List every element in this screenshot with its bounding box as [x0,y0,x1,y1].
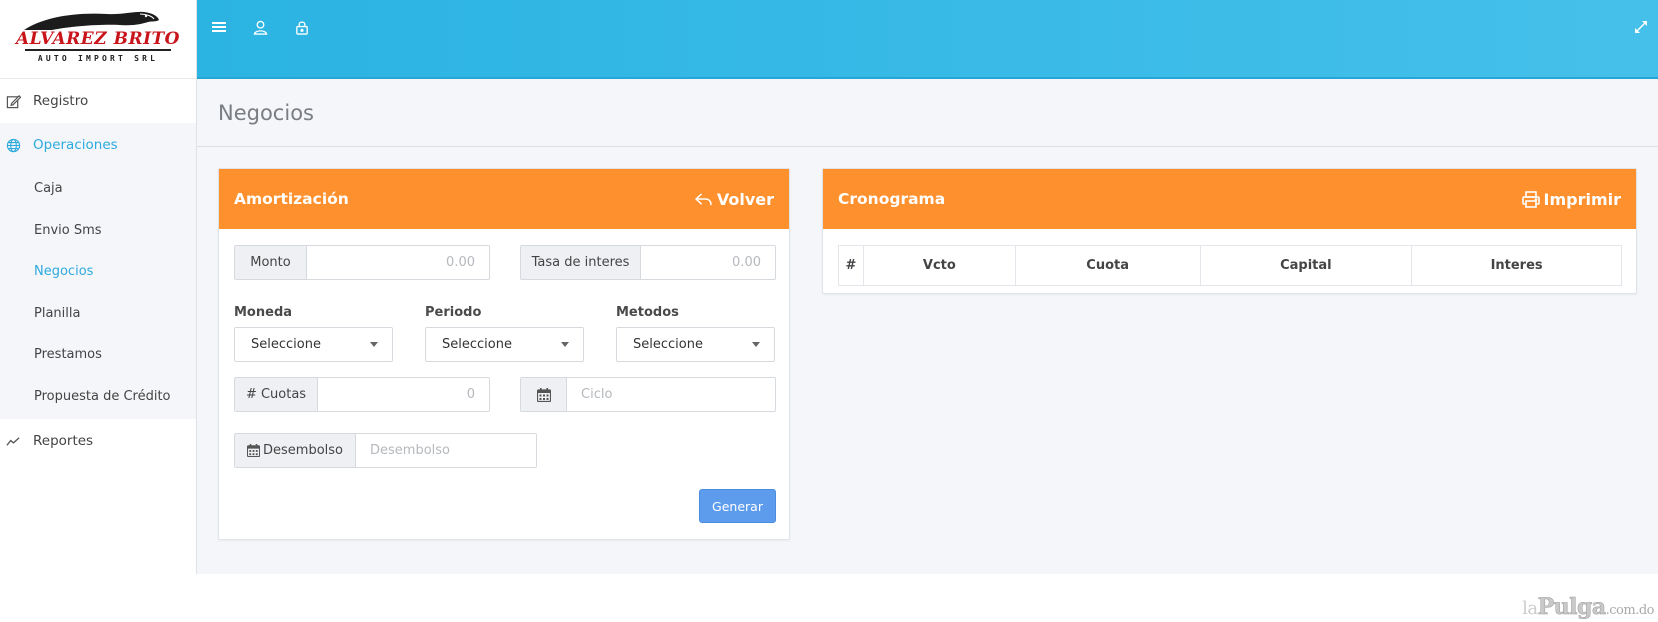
column-header-number[interactable]: # [838,245,864,286]
generar-button[interactable]: Generar [699,489,776,523]
caret-down-icon [370,342,378,347]
calendar-icon [247,444,260,457]
moneda-label: Moneda [234,305,293,320]
lock-icon[interactable] [293,18,311,36]
cronograma-panel: Cronograma Imprimir # Vcto Cuota Capital… [822,168,1637,294]
lapulga-watermark: laPulga.com.do [1522,594,1655,621]
cronograma-title: Cronograma [838,190,946,208]
moneda-select[interactable]: Seleccione [234,327,393,362]
expand-icon[interactable] [1632,18,1650,36]
sidebar-nav: Registro Operaciones Caja Envio Sms Nego… [0,79,196,463]
sidebar-subitem-planilla[interactable]: Planilla [0,293,196,335]
sidebar-item-operaciones[interactable]: Operaciones [0,123,196,167]
globe-icon [5,137,21,153]
monto-label: Monto [235,246,307,279]
desembolso-addon: Desembolso [235,434,356,467]
periodo-label: Periodo [425,305,482,320]
brand-name: ALVAREZ BRITO [15,28,180,49]
sidebar: ALVAREZ BRITO AUTO IMPORT SRL Registro O… [0,0,197,574]
desembolso-label: Desembolso [263,443,343,458]
periodo-select-value: Seleccione [442,337,512,352]
ciclo-input[interactable] [567,378,775,411]
monto-input[interactable] [307,246,489,279]
back-button[interactable]: Volver [694,190,774,209]
user-icon[interactable] [251,18,269,36]
sidebar-subitem-caja[interactable]: Caja [0,168,196,210]
cuotas-input[interactable] [318,378,489,411]
sidebar-item-reportes[interactable]: Reportes [0,419,196,463]
print-button[interactable]: Imprimir [1521,189,1622,209]
amortizacion-panel: Amortización Volver Monto Tasa de intere… [218,168,790,540]
amortizacion-title: Amortización [234,190,349,208]
sidebar-item-label: Registro [33,93,89,109]
metodos-select[interactable]: Seleccione [616,327,775,362]
moneda-select-value: Seleccione [251,337,321,352]
sidebar-subitem-negocios[interactable]: Negocios [0,251,196,293]
calendar-icon [521,378,567,411]
watermark-main: Pulga [1537,594,1606,621]
watermark-prefix: la [1522,598,1538,619]
column-header-cuota[interactable]: Cuota [1014,245,1201,286]
cuotas-group: # Cuotas [234,377,490,412]
sidebar-item-label: Reportes [33,433,94,449]
monto-group: Monto [234,245,490,280]
watermark-suffix: .com.do [1605,603,1655,618]
tasa-interes-label: Tasa de interes [521,246,641,279]
brand-rule [25,48,171,51]
top-navbar [197,0,1658,79]
main-content: Negocios Amortización Volver Monto Tasa … [197,79,1658,574]
page-title: Negocios [218,100,314,125]
cronograma-panel-header: Cronograma Imprimir [823,169,1636,229]
reply-icon [694,192,712,205]
sidebar-subitem-prestamos[interactable]: Prestamos [0,334,196,376]
metodos-select-value: Seleccione [633,337,703,352]
ciclo-group [520,377,776,412]
operaciones-submenu: Caja Envio Sms Negocios Planilla Prestam… [0,167,196,419]
amortizacion-panel-header: Amortización Volver [219,169,789,229]
menu-icon[interactable] [210,18,228,36]
column-header-capital[interactable]: Capital [1199,245,1413,286]
sidebar-item-label: Operaciones [33,137,118,153]
sidebar-subitem-propuesta-credito[interactable]: Propuesta de Crédito [0,376,196,418]
sidebar-item-registro[interactable]: Registro [0,79,196,123]
periodo-select[interactable]: Seleccione [425,327,584,362]
print-label: Imprimir [1543,189,1622,209]
back-label: Volver [716,189,774,209]
brand-logo[interactable]: ALVAREZ BRITO AUTO IMPORT SRL [0,0,196,79]
caret-down-icon [752,342,760,347]
sidebar-subitem-envio-sms[interactable]: Envio Sms [0,210,196,252]
desembolso-input[interactable] [356,434,536,467]
desembolso-group: Desembolso [234,433,537,468]
column-header-vcto[interactable]: Vcto [862,245,1016,286]
table-header-row: # Vcto Cuota Capital Interes [838,245,1622,286]
column-header-interes[interactable]: Interes [1411,245,1622,286]
print-icon [1521,190,1540,208]
cuotas-label: # Cuotas [235,378,318,411]
cronograma-table: # Vcto Cuota Capital Interes [838,245,1622,286]
line-chart-icon [5,433,21,449]
edit-icon [5,93,21,109]
caret-down-icon [561,342,569,347]
tasa-interes-input[interactable] [641,246,775,279]
page-header: Negocios [197,79,1658,147]
metodos-label: Metodos [616,305,679,320]
brand-subtitle: AUTO IMPORT SRL [37,53,159,63]
tasa-interes-group: Tasa de interes [520,245,776,280]
